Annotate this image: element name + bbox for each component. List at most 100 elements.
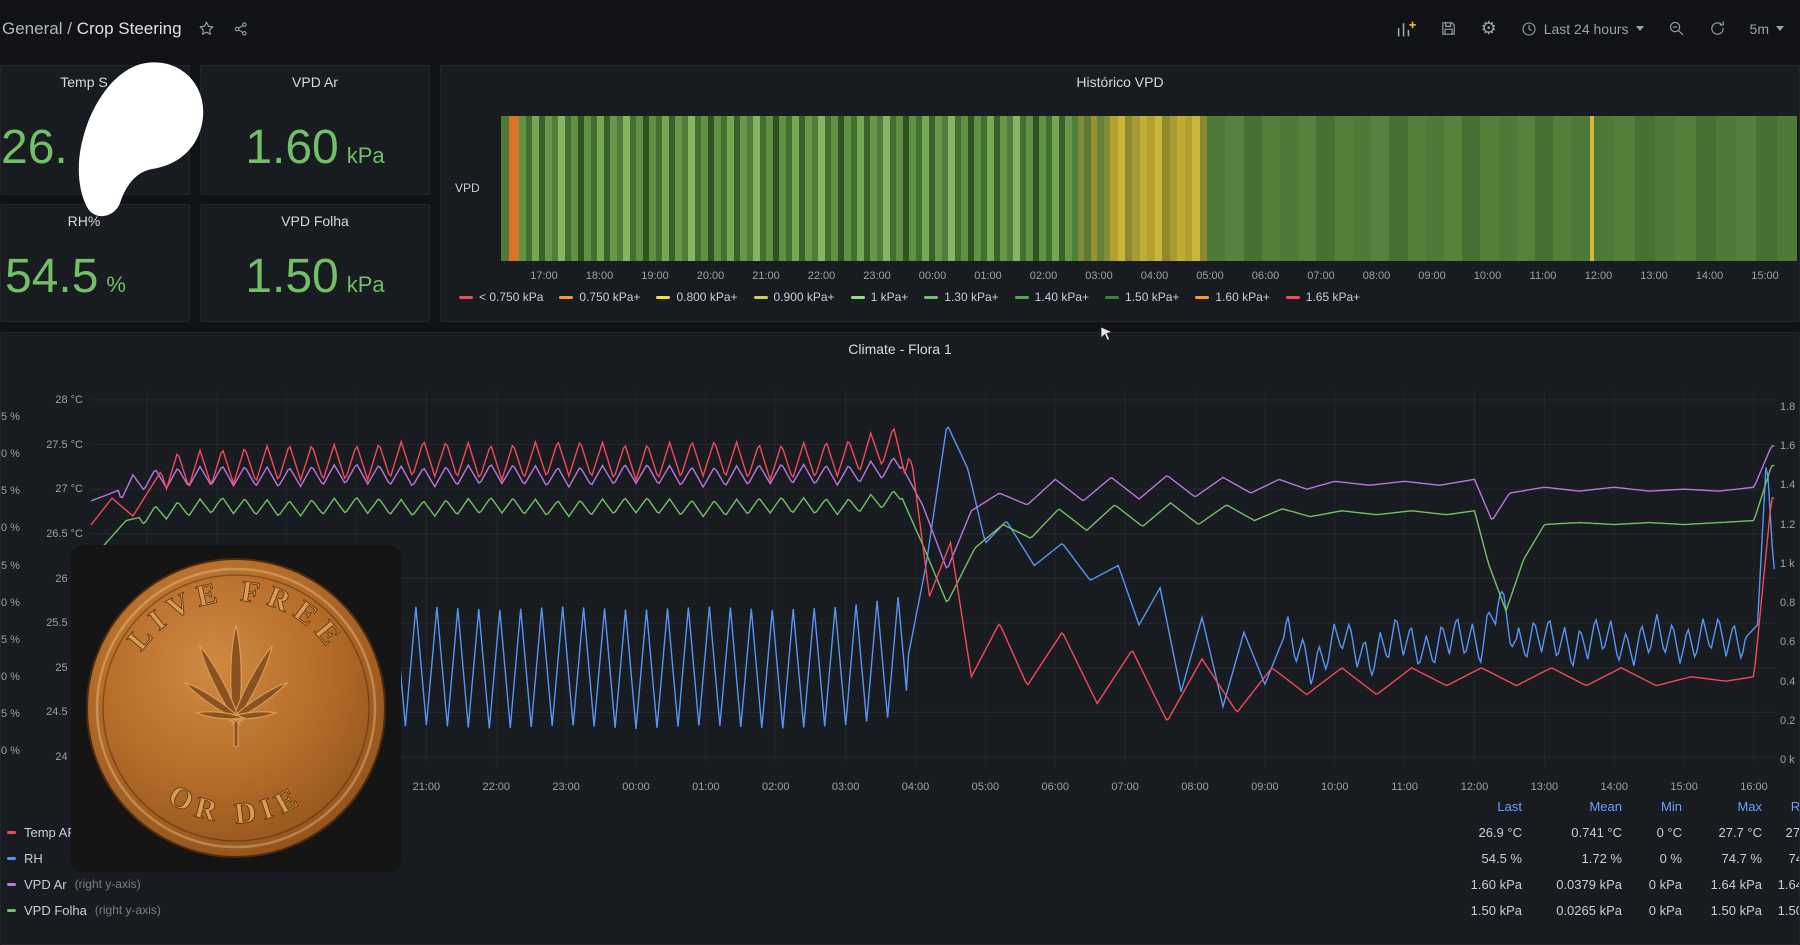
timeline-stripe — [1444, 116, 1462, 261]
x-tick-label: 06:00 — [1042, 781, 1070, 793]
legend-item[interactable]: 1.65 kPa+ — [1286, 290, 1360, 304]
climate-panel-title[interactable]: Climate - Flora 1 — [1, 341, 1799, 357]
time-range-picker[interactable]: Last 24 hours — [1521, 21, 1644, 37]
sort-header-max[interactable]: Max — [1682, 799, 1762, 814]
timeline-stripe — [1280, 116, 1298, 261]
stat-min: 0 °C — [1622, 825, 1682, 840]
timeline-stripe — [1696, 116, 1716, 261]
stat-mean: 0.0265 kPa — [1522, 903, 1622, 918]
chevron-down-icon — [1776, 26, 1784, 31]
star-icon[interactable] — [198, 20, 215, 37]
legend-item[interactable]: 0.800 kPa+ — [656, 290, 737, 304]
legend-label: 0.750 kPa+ — [579, 290, 640, 304]
refresh-interval-dropdown[interactable]: 5m — [1750, 21, 1784, 37]
zoom-out-icon[interactable] — [1668, 20, 1685, 37]
timeline-stripe — [1594, 116, 1614, 261]
legend-label: 1.60 kPa+ — [1215, 290, 1269, 304]
vpd-tick-label: 0 k — [1780, 753, 1800, 767]
sort-header-mean[interactable]: Mean — [1522, 799, 1622, 814]
vpd-tick-label: 1.4 — [1780, 478, 1800, 492]
timeline-stripe — [1185, 116, 1192, 261]
stat-mean: 1.72 % — [1522, 851, 1622, 866]
stat-mean: 0.0379 kPa — [1522, 877, 1622, 892]
humidity-tick-label: 0 % — [1, 670, 27, 684]
coin-overlay-photo: LIVE FREE OR DIE — [71, 545, 401, 872]
legend-label: 0.900 kPa+ — [774, 290, 835, 304]
x-tick-label: 21:00 — [413, 781, 441, 793]
stat-min: 0 % — [1622, 851, 1682, 866]
vpd-tick-label: 1.2 — [1780, 518, 1800, 532]
stat-panel-vpd-ar-title[interactable]: VPD Ar — [201, 74, 429, 90]
timeline-stripe — [1192, 116, 1199, 261]
legend-item[interactable]: 1.60 kPa+ — [1195, 290, 1269, 304]
legend-label: 1.50 kPa+ — [1125, 290, 1179, 304]
x-tick-label: 10:00 — [1474, 270, 1502, 282]
timeline-stripe — [1244, 116, 1262, 261]
stat-panel-vpd-ar: VPD Ar 1.60kPa — [200, 65, 430, 195]
breadcrumb-folder[interactable]: General — [2, 19, 62, 38]
humidity-tick-label: 0 % — [1, 447, 27, 461]
x-tick-label: 22:00 — [483, 781, 511, 793]
x-tick-label: 10:00 — [1321, 781, 1349, 793]
sort-header-min[interactable]: Min — [1622, 799, 1682, 814]
vpd-tick-label: 0.2 — [1780, 714, 1800, 728]
x-tick-label: 15:00 — [1751, 270, 1779, 282]
stat-max: 1.50 kPa — [1682, 903, 1762, 918]
legend-item[interactable]: 1 kPa+ — [851, 290, 909, 304]
breadcrumb-separator: / — [67, 19, 72, 38]
legend-color-dash — [459, 296, 473, 299]
stat-last: 54.5 % — [1392, 851, 1522, 866]
legend-color-dash — [656, 296, 670, 299]
temp-tick-label: 28 °C — [31, 393, 83, 407]
chevron-down-icon — [1636, 26, 1644, 31]
stat-min: 0 kPa — [1622, 903, 1682, 918]
timeline-stripe — [1147, 116, 1154, 261]
historico-vpd-title[interactable]: Histórico VPD — [441, 74, 1799, 90]
series-color-dash — [7, 857, 16, 860]
share-icon[interactable] — [233, 21, 249, 37]
stat-range: 1.64 kPa — [1762, 877, 1800, 892]
legend-item[interactable]: 1.50 kPa+ — [1105, 290, 1179, 304]
series-color-dash — [7, 883, 16, 886]
series-toggle[interactable]: VPD Folha(right y-axis) — [7, 903, 1392, 918]
timeline-stripe — [1675, 116, 1695, 261]
legend-item[interactable]: 1.30 kPa+ — [924, 290, 998, 304]
timeline-stripe — [1335, 116, 1353, 261]
timeline-stripe — [1462, 116, 1480, 261]
legend-label: 0.800 kPa+ — [676, 290, 737, 304]
timeline-stripe — [1262, 116, 1280, 261]
add-panel-icon[interactable] — [1396, 20, 1416, 38]
timeline-stripe — [1553, 116, 1571, 261]
series-color-dash — [7, 909, 16, 912]
x-tick-label: 02:00 — [1030, 270, 1058, 282]
legend-item[interactable]: 1.40 kPa+ — [1015, 290, 1089, 304]
series-toggle[interactable]: VPD Ar(right y-axis) — [7, 877, 1392, 892]
save-dashboard-icon[interactable] — [1440, 20, 1457, 37]
sort-header-last[interactable]: Last — [1392, 799, 1522, 814]
breadcrumb[interactable]: General / Crop Steering — [0, 19, 182, 39]
timeline-region — [509, 116, 519, 261]
x-tick-label: 12:00 — [1461, 781, 1489, 793]
timeline-stripe — [1777, 116, 1797, 261]
x-tick-label: 04:00 — [1141, 270, 1169, 282]
stat-panel-vpd-folha-title[interactable]: VPD Folha — [201, 213, 429, 229]
mouse-cursor — [1100, 326, 1114, 342]
dashboard-settings-icon[interactable]: ⚙ — [1481, 18, 1497, 39]
topbar-controls: ⚙ Last 24 hours 5m — [1396, 0, 1784, 57]
breadcrumb-title[interactable]: Crop Steering — [77, 19, 182, 38]
vpd-legend: < 0.750 kPa 0.750 kPa+ 0.800 kPa+ 0.900 kPa… — [459, 290, 1791, 304]
timeline-stripe — [1371, 116, 1389, 261]
legend-item[interactable]: 0.900 kPa+ — [754, 290, 835, 304]
sort-header-range[interactable]: Range — [1762, 799, 1800, 814]
stat-max: 74.7 % — [1682, 851, 1762, 866]
temp-tick-label: 27 °C — [31, 482, 83, 496]
x-tick-label: 03:00 — [1085, 270, 1113, 282]
legend-item[interactable]: 0.750 kPa+ — [559, 290, 640, 304]
refresh-icon[interactable] — [1709, 20, 1726, 37]
x-tick-label: 08:00 — [1181, 781, 1209, 793]
timeline-region — [519, 116, 1078, 261]
legend-item[interactable]: < 0.750 kPa — [459, 290, 543, 304]
timeline-stripe — [1655, 116, 1675, 261]
stat-range: 74.7 % — [1762, 851, 1800, 866]
x-tick-label: 01:00 — [692, 781, 720, 793]
